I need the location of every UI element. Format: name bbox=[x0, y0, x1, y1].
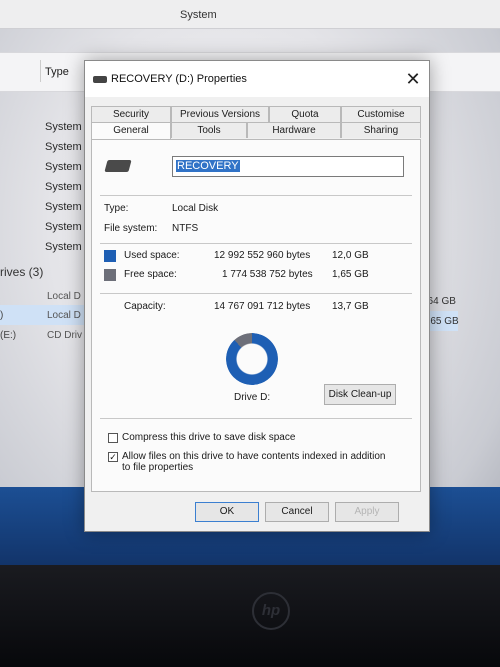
free-space-size: 1,65 GB bbox=[332, 269, 369, 280]
usage-donut-chart bbox=[226, 333, 278, 385]
drive-row-letter: (E:) bbox=[0, 330, 17, 341]
tab-quota[interactable]: Quota bbox=[269, 106, 341, 122]
capacity-label: Capacity: bbox=[124, 301, 166, 312]
type-label: Type: bbox=[104, 203, 129, 214]
drive-name-field[interactable]: RECOVERY bbox=[172, 156, 404, 177]
hp-logo-icon: hp bbox=[252, 592, 290, 630]
cancel-button[interactable]: Cancel bbox=[265, 502, 329, 522]
system-row[interactable]: System bbox=[45, 201, 82, 213]
free-space-label: Free space: bbox=[124, 269, 177, 280]
drive-name-text: RECOVERY bbox=[176, 160, 240, 172]
compress-checkbox[interactable] bbox=[108, 433, 118, 443]
divider bbox=[100, 293, 412, 294]
screen: System Type System System System System … bbox=[0, 0, 500, 565]
system-row[interactable]: System bbox=[45, 241, 82, 253]
compress-label[interactable]: Compress this drive to save disk space bbox=[122, 432, 295, 443]
close-icon[interactable]: ✕ bbox=[403, 69, 423, 89]
tab-general[interactable]: General bbox=[91, 122, 171, 140]
explorer-title-bar: System bbox=[0, 0, 500, 29]
drive-icon bbox=[104, 160, 132, 172]
divider bbox=[100, 195, 412, 196]
system-row[interactable]: System bbox=[45, 161, 82, 173]
drive-icon bbox=[93, 76, 107, 83]
system-row[interactable]: System bbox=[45, 181, 82, 193]
drives-group-heading[interactable]: rives (3) bbox=[0, 265, 43, 279]
used-space-bytes: 12 992 552 960 bytes bbox=[214, 250, 311, 261]
capacity-size: 13,7 GB bbox=[332, 301, 369, 312]
drive-row-name[interactable]: CD Driv bbox=[47, 330, 82, 341]
apply-button[interactable]: Apply bbox=[335, 502, 399, 522]
system-row[interactable]: System bbox=[45, 141, 82, 153]
file-system-value: NTFS bbox=[172, 223, 199, 234]
divider bbox=[100, 243, 412, 244]
drive-row-name[interactable]: Local D bbox=[47, 291, 81, 302]
tab-tools[interactable]: Tools bbox=[171, 122, 247, 138]
drive-row-letter: ) bbox=[0, 310, 4, 321]
tab-security[interactable]: Security bbox=[91, 106, 171, 122]
ok-button[interactable]: OK bbox=[195, 502, 259, 522]
divider bbox=[100, 418, 412, 419]
tab-customise[interactable]: Customise bbox=[341, 106, 421, 122]
column-type-header[interactable]: Type bbox=[45, 66, 69, 78]
tab-previous-versions[interactable]: Previous Versions bbox=[171, 106, 269, 122]
column-separator[interactable] bbox=[40, 60, 41, 82]
system-row[interactable]: System bbox=[45, 121, 82, 133]
free-space-swatch bbox=[104, 269, 116, 281]
used-space-label: Used space: bbox=[124, 250, 180, 261]
general-tab-panel: RECOVERY Type: Local Disk File system: N… bbox=[91, 139, 421, 492]
file-system-label: File system: bbox=[104, 223, 158, 234]
properties-dialog: RECOVERY (D:) Properties ✕ Security Prev… bbox=[84, 60, 430, 532]
dialog-title: RECOVERY (D:) Properties bbox=[111, 73, 247, 85]
used-space-swatch bbox=[104, 250, 116, 262]
explorer-title: System bbox=[180, 9, 217, 21]
used-space-size: 12,0 GB bbox=[332, 250, 369, 261]
tab-hardware[interactable]: Hardware bbox=[247, 122, 341, 138]
tab-sharing[interactable]: Sharing bbox=[341, 122, 421, 138]
monitor-bezel bbox=[0, 565, 500, 667]
disk-cleanup-button[interactable]: Disk Clean-up bbox=[324, 384, 396, 405]
capacity-bytes: 14 767 091 712 bytes bbox=[214, 301, 311, 312]
free-space-bytes: 1 774 538 752 bytes bbox=[222, 269, 313, 280]
system-row[interactable]: System bbox=[45, 221, 82, 233]
drive-row-name[interactable]: Local D bbox=[47, 310, 81, 321]
type-value: Local Disk bbox=[172, 203, 219, 214]
index-label[interactable]: Allow files on this drive to have conten… bbox=[122, 451, 392, 473]
dialog-title-bar[interactable]: RECOVERY (D:) Properties ✕ bbox=[85, 61, 429, 97]
index-checkbox[interactable]: ✓ bbox=[108, 452, 118, 462]
donut-label: Drive D: bbox=[234, 392, 271, 403]
